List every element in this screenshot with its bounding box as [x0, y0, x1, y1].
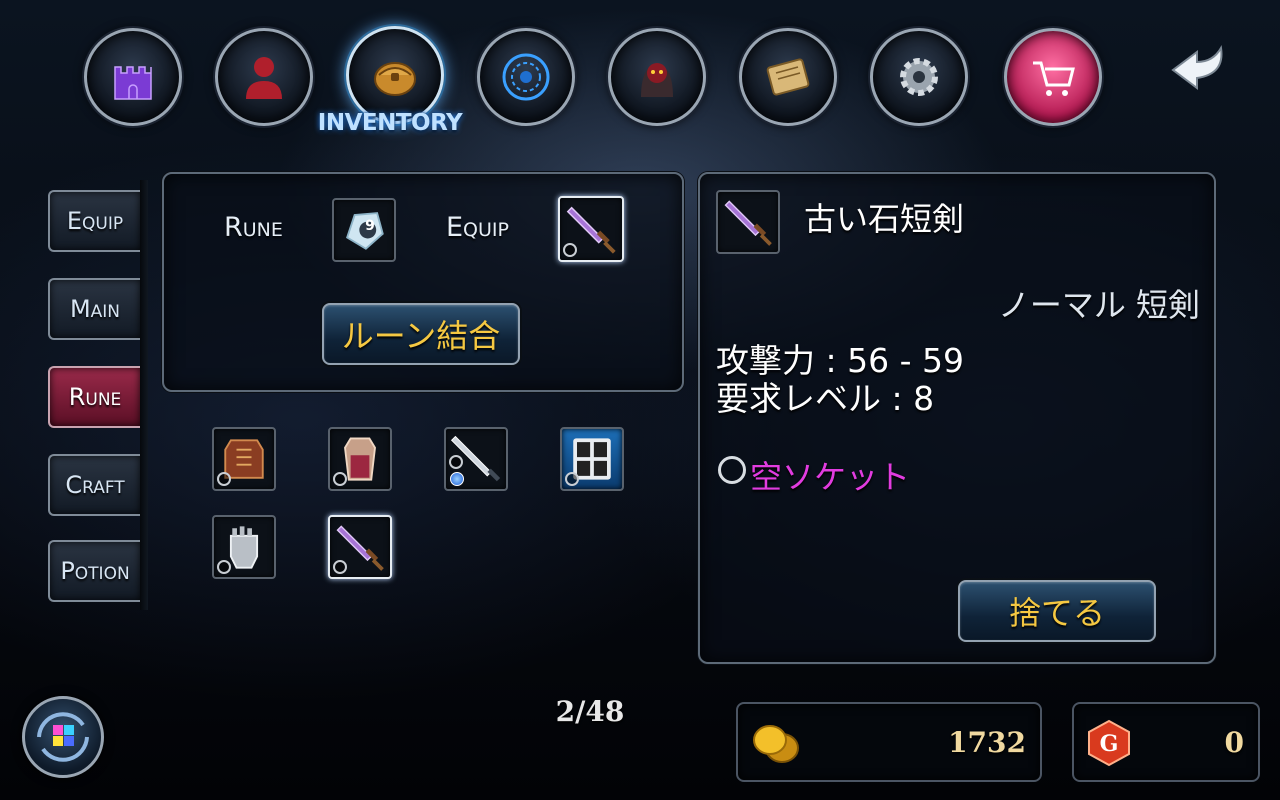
socket-ring-icon — [449, 455, 463, 469]
socket-ring-icon — [718, 456, 746, 484]
discard-button[interactable]: 捨てる — [958, 580, 1156, 642]
nav-active-label: INVENTORY — [317, 110, 463, 136]
socket-ring-icon — [333, 472, 347, 486]
tab-main[interactable]: Main — [48, 278, 140, 340]
tab-rune[interactable]: Rune — [48, 366, 140, 428]
nav-castle-button[interactable] — [84, 28, 182, 126]
g-gem-icon: G — [1088, 719, 1130, 767]
gear-icon — [900, 58, 938, 96]
nav-quest-button[interactable] — [739, 28, 837, 126]
monster-icon — [641, 63, 673, 97]
equip-slot[interactable] — [558, 196, 624, 262]
page-indicator: 2/48 — [555, 695, 625, 728]
nav-settings-button[interactable] — [870, 28, 968, 126]
detail-item-icon — [716, 190, 780, 254]
rune-slot-label: Rune — [224, 212, 283, 243]
color-grid-icon — [37, 712, 89, 762]
tab-craft[interactable]: Craft — [48, 454, 140, 516]
gold-display: 1732 — [736, 702, 1042, 782]
socket-ring-icon — [563, 243, 577, 257]
castle-icon — [114, 66, 152, 100]
gold-coin-icon — [753, 725, 799, 763]
inventory-slot-gauntlet[interactable] — [212, 515, 276, 579]
scroll-icon — [766, 58, 810, 96]
item-attack: 攻撃力 : 56 - 59 — [716, 341, 964, 380]
inventory-slot-robe[interactable] — [328, 427, 392, 491]
gold-amount: 1732 — [948, 726, 1026, 759]
nav-magic-button[interactable] — [477, 28, 575, 126]
magic-circle-icon — [502, 53, 550, 101]
character-icon — [246, 57, 282, 99]
inventory-slot-rune-tablet[interactable] — [560, 427, 624, 491]
socket-ring-icon — [565, 472, 579, 486]
item-required-level: 要求レベル : 8 — [716, 379, 935, 418]
socket-ring-icon — [217, 560, 231, 574]
inventory-slot-armor[interactable] — [212, 427, 276, 491]
tab-potion[interactable]: Potion — [48, 540, 140, 602]
inventory-slot-sword[interactable] — [444, 427, 508, 491]
nav-character-button[interactable] — [215, 28, 313, 126]
equip-slot-label: Equip — [446, 212, 509, 243]
item-rarity-type: ノーマル 短剣 — [997, 286, 1200, 324]
tab-strip-divider — [140, 180, 148, 610]
blue-gem-icon — [450, 472, 464, 486]
tab-equip[interactable]: Equip — [48, 190, 140, 252]
rune-number: 9 — [365, 218, 375, 234]
nav-monster-button[interactable] — [608, 28, 706, 126]
back-arrow-icon — [1171, 45, 1223, 90]
socket-ring-icon — [333, 560, 347, 574]
purple-dagger-icon — [724, 200, 772, 246]
svg-text:G: G — [1100, 731, 1119, 757]
rune-slot[interactable]: 9 — [332, 198, 396, 262]
socket-ring-icon — [217, 472, 231, 486]
rune-combine-button[interactable]: ルーン結合 — [322, 303, 520, 365]
bag-icon — [374, 62, 416, 96]
nav-shop-button[interactable] — [1004, 28, 1102, 126]
item-socket-status: 空ソケット — [750, 458, 911, 496]
gem-display: G 0 — [1072, 702, 1260, 782]
inventory-slot-dagger[interactable] — [328, 515, 392, 579]
gem-amount: 0 — [1224, 726, 1244, 759]
cart-icon — [1033, 61, 1075, 96]
back-button[interactable] — [1165, 38, 1231, 98]
menu-toggle-button[interactable] — [22, 696, 104, 778]
item-name: 古い石短剣 — [804, 200, 965, 238]
